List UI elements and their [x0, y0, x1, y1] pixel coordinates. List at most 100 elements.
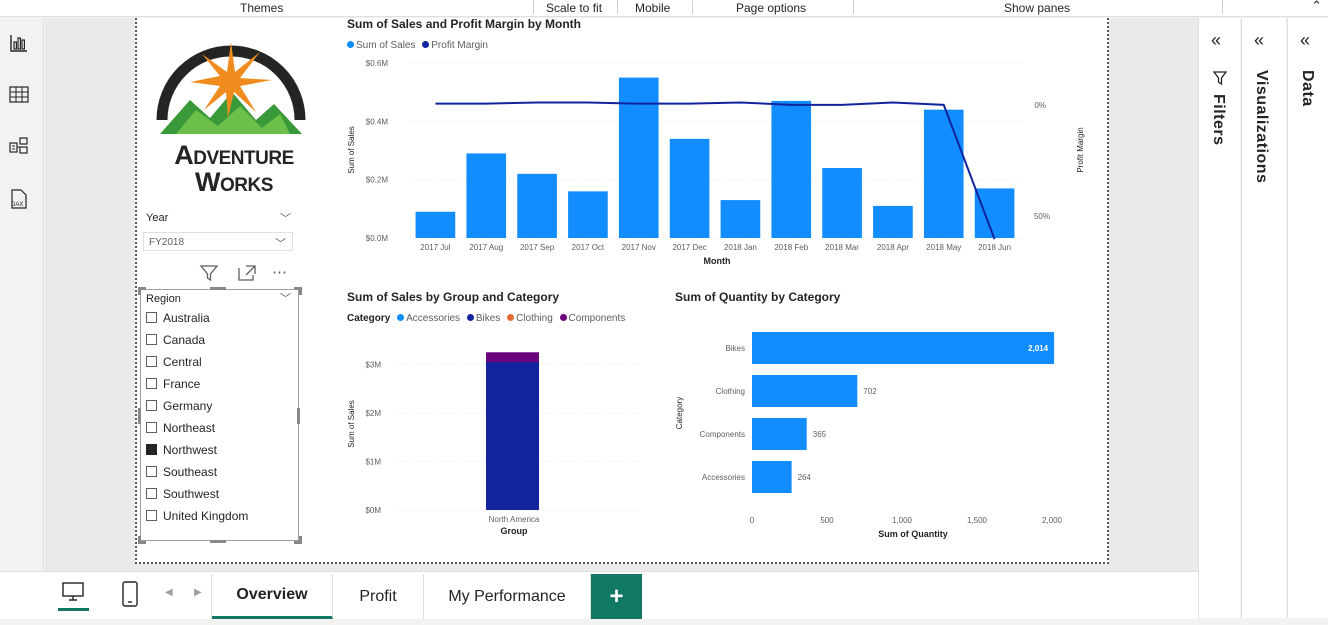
bar-sales[interactable]: [720, 200, 761, 238]
bar-sales[interactable]: [517, 173, 557, 238]
checkbox[interactable]: [146, 466, 157, 477]
themes-button[interactable]: Themes: [240, 1, 283, 15]
report-view-icon[interactable]: [8, 32, 30, 54]
desktop-layout-icon[interactable]: [60, 581, 88, 605]
checkbox[interactable]: [146, 422, 157, 433]
expand-filters-icon[interactable]: «: [1211, 30, 1221, 51]
region-option[interactable]: Southeast: [146, 465, 217, 481]
model-view-icon[interactable]: [8, 136, 30, 158]
tab-overview[interactable]: Overview: [212, 574, 333, 620]
region-option[interactable]: France: [146, 377, 200, 393]
bar-segment-bikes[interactable]: [486, 361, 539, 510]
region-option[interactable]: Northwest: [146, 443, 217, 459]
tab-profit[interactable]: Profit: [333, 574, 424, 620]
bar-sales[interactable]: [873, 205, 913, 238]
chevron-down-icon[interactable]: ﹀: [280, 290, 291, 306]
sales-by-group-stacked-chart[interactable]: $0M $1M $2M $3M North America Group Sum of Sal…: [340, 330, 650, 545]
chevron-down-icon[interactable]: ﹀: [280, 210, 291, 226]
bar-quantity[interactable]: [752, 461, 792, 493]
region-option[interactable]: Australia: [146, 311, 210, 327]
resize-handle[interactable]: [138, 536, 146, 544]
data-label: 365: [813, 430, 827, 439]
region-option[interactable]: Southwest: [146, 487, 219, 503]
checkbox[interactable]: [146, 488, 157, 499]
x-tick-label: North America: [489, 515, 540, 524]
page-options-button[interactable]: Page options: [736, 1, 806, 15]
mobile-layout-icon[interactable]: [120, 580, 140, 608]
x-tick-label: 2018 May: [926, 243, 961, 252]
resize-handle[interactable]: [210, 540, 226, 543]
region-option[interactable]: Canada: [146, 333, 205, 349]
chevron-down-icon: ﹀: [275, 238, 286, 250]
visualizations-pane[interactable]: « Visualizations: [1241, 18, 1286, 618]
y-tick-label: $2M: [365, 409, 381, 418]
y2-tick-label: 0%: [1034, 101, 1046, 110]
tab-my-performance[interactable]: My Performance: [424, 574, 591, 620]
region-option[interactable]: United Kingdom: [146, 509, 248, 525]
data-label: Data: [1299, 70, 1316, 107]
quantity-by-category-bar-chart[interactable]: Bikes 2,014 Clothing 702 Components 365 Access…: [668, 325, 1088, 545]
sales-margin-combo-chart[interactable]: $0.0M $0.2M $0.4M $0.6M 2017 Jul 2017 Aug 2017…: [340, 50, 1100, 275]
x-tick-label: 2,000: [1042, 516, 1063, 525]
table-view-icon[interactable]: [8, 84, 30, 106]
bar-segment-components[interactable]: [486, 352, 539, 362]
bar-quantity[interactable]: [752, 418, 807, 450]
more-options-icon[interactable]: ⋯: [272, 263, 288, 281]
y-tick-label: $0.0M: [366, 234, 389, 243]
legend-item-clothing[interactable]: Clothing: [507, 313, 553, 324]
legend-item-components[interactable]: Components: [559, 313, 625, 324]
bar-quantity[interactable]: [752, 375, 858, 407]
resize-handle[interactable]: [294, 536, 302, 544]
mobile-button[interactable]: Mobile: [635, 1, 670, 15]
bar-sales[interactable]: [923, 109, 964, 238]
bar-sales[interactable]: [771, 100, 812, 238]
previous-page-icon[interactable]: ◀: [165, 587, 173, 598]
y-tick-label: Bikes: [725, 344, 745, 353]
expand-data-icon[interactable]: «: [1300, 30, 1310, 51]
resize-handle[interactable]: [297, 408, 300, 424]
resize-handle[interactable]: [294, 287, 302, 295]
checkbox[interactable]: [146, 400, 157, 411]
show-panes-button[interactable]: Show panes: [1004, 1, 1070, 15]
add-page-button[interactable]: +: [591, 574, 642, 620]
bar-sales[interactable]: [415, 211, 456, 238]
focus-mode-icon[interactable]: [237, 264, 257, 282]
filters-pane[interactable]: « Filters: [1198, 18, 1240, 618]
chart-legend: Category Accessories Bikes Clothing Comp…: [347, 313, 629, 324]
checkbox[interactable]: [146, 334, 157, 345]
legend-item-accessories[interactable]: Accessories: [397, 313, 460, 324]
legend-item-bikes[interactable]: Bikes: [466, 313, 500, 324]
collapse-ribbon-icon[interactable]: ⌃: [1311, 0, 1322, 14]
ribbon: Themes Scale to fit Mobile Page options …: [0, 0, 1328, 17]
next-page-icon[interactable]: ▶: [194, 587, 202, 598]
data-pane[interactable]: « Data: [1287, 18, 1328, 618]
checkbox[interactable]: [146, 312, 157, 323]
year-dropdown[interactable]: FY2018 ﹀: [143, 232, 293, 251]
resize-handle[interactable]: [210, 287, 226, 290]
bar-sales[interactable]: [822, 168, 862, 238]
scale-to-fit-button[interactable]: Scale to fit: [546, 1, 602, 15]
filter-icon[interactable]: [199, 264, 219, 282]
chart-title: Sum of Sales and Profit Margin by Month: [347, 17, 582, 31]
dax-query-view-icon[interactable]: DAX: [8, 188, 30, 210]
checkbox[interactable]: [146, 444, 157, 455]
resize-handle[interactable]: [138, 408, 141, 424]
checkbox[interactable]: [146, 510, 157, 521]
bar-sales[interactable]: [974, 188, 1015, 238]
region-option[interactable]: Central: [146, 355, 202, 371]
y2-axis-title: Profit Margin: [1076, 127, 1085, 172]
region-option[interactable]: Germany: [146, 399, 212, 415]
filter-icon: [1212, 71, 1228, 86]
bar-sales[interactable]: [669, 138, 710, 238]
checkbox[interactable]: [146, 356, 157, 367]
year-dropdown-value: FY2018: [149, 237, 185, 248]
resize-handle[interactable]: [138, 287, 146, 295]
expand-visualizations-icon[interactable]: «: [1254, 30, 1264, 51]
checkbox[interactable]: [146, 378, 157, 389]
bar-sales[interactable]: [466, 153, 507, 238]
bar-sales[interactable]: [618, 77, 659, 238]
bar-quantity[interactable]: [752, 332, 1055, 364]
region-option[interactable]: Northeast: [146, 421, 215, 437]
bar-sales[interactable]: [568, 191, 608, 238]
x-tick-label: 2017 Sep: [520, 243, 555, 252]
